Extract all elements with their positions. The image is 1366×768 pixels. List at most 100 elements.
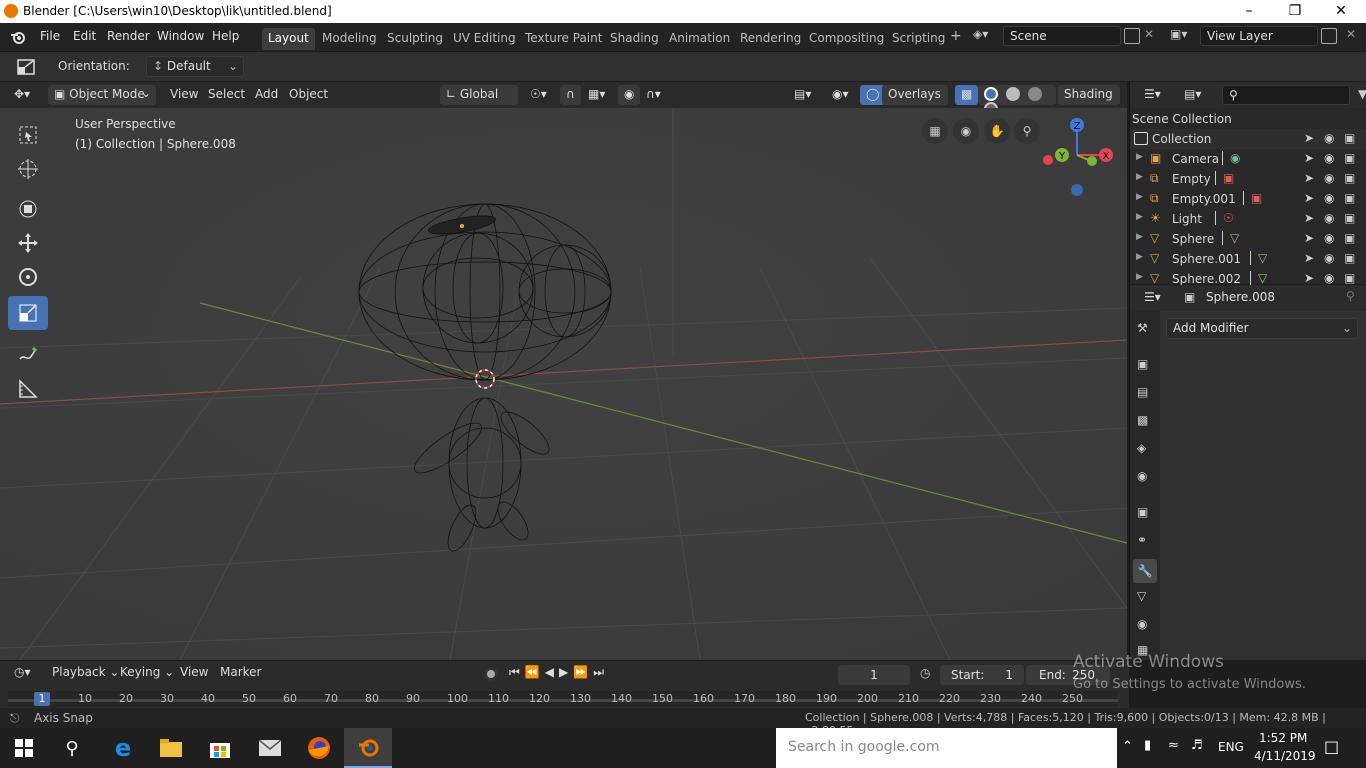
visibility-eye-icon[interactable]: ◉ bbox=[1324, 191, 1334, 205]
menu-render[interactable]: Render bbox=[107, 29, 150, 43]
tab-texture-paint[interactable]: Texture Paint bbox=[519, 28, 608, 50]
xray-toggle-icon[interactable]: ▩ bbox=[955, 85, 979, 105]
show-hidden-icons-icon[interactable]: ⌃ bbox=[1122, 739, 1133, 754]
properties-editor-type-icon[interactable]: ☰▾ bbox=[1138, 288, 1167, 308]
light-data-icon[interactable]: ☉ bbox=[1223, 211, 1234, 225]
tab-layout[interactable]: Layout bbox=[262, 28, 315, 50]
pin-icon[interactable]: ⚲ bbox=[1346, 289, 1355, 303]
tab-sculpting[interactable]: Sculpting bbox=[381, 28, 449, 50]
empty-data-icon[interactable]: ▣ bbox=[1223, 171, 1234, 185]
current-frame-field[interactable]: 1 bbox=[838, 665, 910, 685]
edge-browser-icon[interactable]: e bbox=[99, 728, 147, 768]
tab-compositing[interactable]: Compositing bbox=[803, 28, 890, 50]
expand-arrow-icon[interactable]: ▶ bbox=[1136, 252, 1143, 262]
visibility-eye-icon[interactable]: ◉ bbox=[1324, 151, 1334, 165]
google-search-box[interactable]: Search in google.com bbox=[776, 728, 1117, 768]
outliner-collection-row[interactable]: Collection ➤ ◉ ▣ bbox=[1130, 129, 1366, 149]
timeline-ruler[interactable]: 1 10 20 30 40 50 60 70 80 90 100 110 120 130 140 150 16… bbox=[8, 691, 1118, 707]
expand-arrow-icon[interactable]: ▶ bbox=[1136, 192, 1143, 202]
mesh-data-icon[interactable]: ▽ bbox=[1230, 231, 1239, 245]
add-modifier-dropdown[interactable]: Add Modifier ⌄ bbox=[1166, 318, 1358, 339]
proportional-edit-icon[interactable]: ◉ bbox=[618, 85, 641, 105]
visibility-eye-icon[interactable]: ◉ bbox=[1324, 271, 1334, 285]
blender-menu-icon[interactable] bbox=[9, 28, 27, 46]
empty-data-icon[interactable]: ▣ bbox=[1251, 191, 1262, 205]
selectable-arrow-icon[interactable]: ➤ bbox=[1304, 231, 1314, 245]
outliner-row-sphere-001[interactable]: ▶ ▽ Sphere.001 ▽ ➤ ◉ ▣ bbox=[1130, 249, 1366, 269]
cursor-tool[interactable] bbox=[8, 152, 48, 186]
mode-dropdown[interactable]: ▣ Object Mode ⌄ bbox=[48, 85, 156, 105]
preview-range-clock-icon[interactable]: ◷ bbox=[920, 666, 930, 680]
material-tab-icon[interactable]: ◉ bbox=[1137, 617, 1147, 631]
render-camera-icon[interactable]: ▣ bbox=[1344, 271, 1355, 285]
falloff-icon[interactable]: ∩▾ bbox=[640, 85, 667, 105]
solid-shading-icon[interactable] bbox=[1005, 87, 1020, 101]
selectable-arrow-icon[interactable]: ➤ bbox=[1304, 151, 1314, 165]
object-tab-icon[interactable]: ▣ bbox=[1137, 505, 1148, 519]
navigation-gizmo[interactable]: Z X Y bbox=[1035, 113, 1120, 203]
pivot-point-icon[interactable]: ☉▾ bbox=[524, 85, 553, 105]
annotate-tool[interactable] bbox=[8, 338, 48, 372]
camera-view-icon[interactable]: ◉ bbox=[953, 118, 979, 144]
output-tab-icon[interactable]: ▤ bbox=[1137, 385, 1148, 399]
restore-button[interactable]: ❐ bbox=[1272, 0, 1318, 23]
file-explorer-icon[interactable] bbox=[147, 728, 195, 768]
render-camera-icon[interactable]: ▣ bbox=[1344, 191, 1355, 205]
menu-file[interactable]: File bbox=[40, 29, 60, 43]
menu-object[interactable]: Object bbox=[283, 85, 334, 105]
selectable-arrow-icon[interactable]: ➤ bbox=[1304, 171, 1314, 185]
store-icon[interactable] bbox=[196, 728, 244, 768]
tab-scripting[interactable]: Scripting bbox=[886, 28, 951, 50]
add-workspace-icon[interactable]: + bbox=[950, 28, 962, 44]
timeline-editor-type-icon[interactable]: ◷▾ bbox=[8, 663, 37, 683]
scene-selector-icon[interactable]: ◈▾ bbox=[973, 27, 1001, 47]
menu-help[interactable]: Help bbox=[212, 29, 239, 43]
render-camera-icon[interactable]: ▣ bbox=[1344, 171, 1355, 185]
minimize-button[interactable]: – bbox=[1226, 0, 1272, 23]
scene-tab-icon[interactable]: ◈ bbox=[1137, 441, 1146, 455]
rotate-tool[interactable] bbox=[8, 260, 48, 294]
render-tab-icon[interactable]: ▣ bbox=[1137, 357, 1148, 371]
tab-rendering[interactable]: Rendering bbox=[734, 28, 807, 50]
marker-menu[interactable]: Marker bbox=[214, 663, 267, 683]
filter-icon[interactable]: ▼ bbox=[1358, 87, 1366, 101]
selectable-arrow-icon[interactable]: ➤ bbox=[1304, 191, 1314, 205]
camera-data-icon[interactable]: ◉ bbox=[1230, 151, 1240, 165]
view-layer-tab-icon[interactable]: ▩ bbox=[1137, 413, 1148, 427]
tab-uv-editing[interactable]: UV Editing bbox=[447, 28, 522, 50]
outliner-row-sphere[interactable]: ▶ ▽ Sphere ▽ ➤ ◉ ▣ bbox=[1130, 229, 1366, 249]
scale-tool[interactable] bbox=[8, 296, 48, 330]
overlays-dropdown[interactable]: Overlays bbox=[882, 85, 948, 105]
snap-toggle-icon[interactable]: ∩ bbox=[560, 85, 581, 105]
blender-taskbar-icon[interactable] bbox=[344, 728, 392, 768]
snap-target-icon[interactable]: ▦▾ bbox=[582, 85, 611, 105]
expand-arrow-icon[interactable]: ▶ bbox=[1136, 212, 1143, 222]
outliner-search-input[interactable]: ⚲ bbox=[1222, 85, 1350, 105]
outliner-row-camera[interactable]: ▶ ▣ Camera ◉ ➤ ◉ ▣ bbox=[1130, 149, 1366, 169]
tab-shading[interactable]: Shading bbox=[604, 28, 665, 50]
visibility-eye-icon[interactable]: ◉ bbox=[1324, 231, 1334, 245]
render-camera-icon[interactable]: ▣ bbox=[1344, 251, 1355, 265]
render-camera-icon[interactable]: ▣ bbox=[1344, 151, 1355, 165]
menu-view[interactable]: View bbox=[164, 85, 204, 105]
language-indicator[interactable]: ENG bbox=[1218, 740, 1244, 754]
menu-select[interactable]: Select bbox=[202, 85, 251, 105]
jump-start-icon[interactable]: ⏮ bbox=[509, 665, 525, 679]
gizmo-neg-z-icon[interactable] bbox=[1071, 184, 1083, 196]
jump-end-icon[interactable]: ⏭ bbox=[593, 665, 609, 679]
wifi-icon[interactable]: ≈ bbox=[1168, 738, 1179, 753]
outliner-row-empty[interactable]: ▶ ⧉ Empty ▣ ➤ ◉ ▣ bbox=[1130, 169, 1366, 189]
expand-arrow-icon[interactable]: ▶ bbox=[1136, 172, 1143, 182]
object-type-visibility-icon[interactable]: ▤▾ bbox=[788, 85, 817, 105]
tab-modeling[interactable]: Modeling bbox=[316, 28, 383, 50]
remove-scene-icon[interactable]: ✕ bbox=[1144, 27, 1154, 41]
mail-icon[interactable] bbox=[246, 728, 294, 768]
gizmo-neg-x-icon[interactable] bbox=[1043, 155, 1053, 165]
select-box-tool[interactable] bbox=[8, 118, 48, 152]
new-scene-icon[interactable] bbox=[1124, 28, 1140, 44]
battery-icon[interactable]: ▮ bbox=[1144, 738, 1151, 753]
show-gizmo-icon[interactable]: ◉▾ bbox=[826, 85, 855, 105]
view-layer-field[interactable]: View Layer bbox=[1200, 26, 1318, 46]
visibility-eye-icon[interactable]: ◉ bbox=[1324, 251, 1334, 265]
view-layer-selector-icon[interactable]: ▣▾ bbox=[1170, 27, 1198, 47]
